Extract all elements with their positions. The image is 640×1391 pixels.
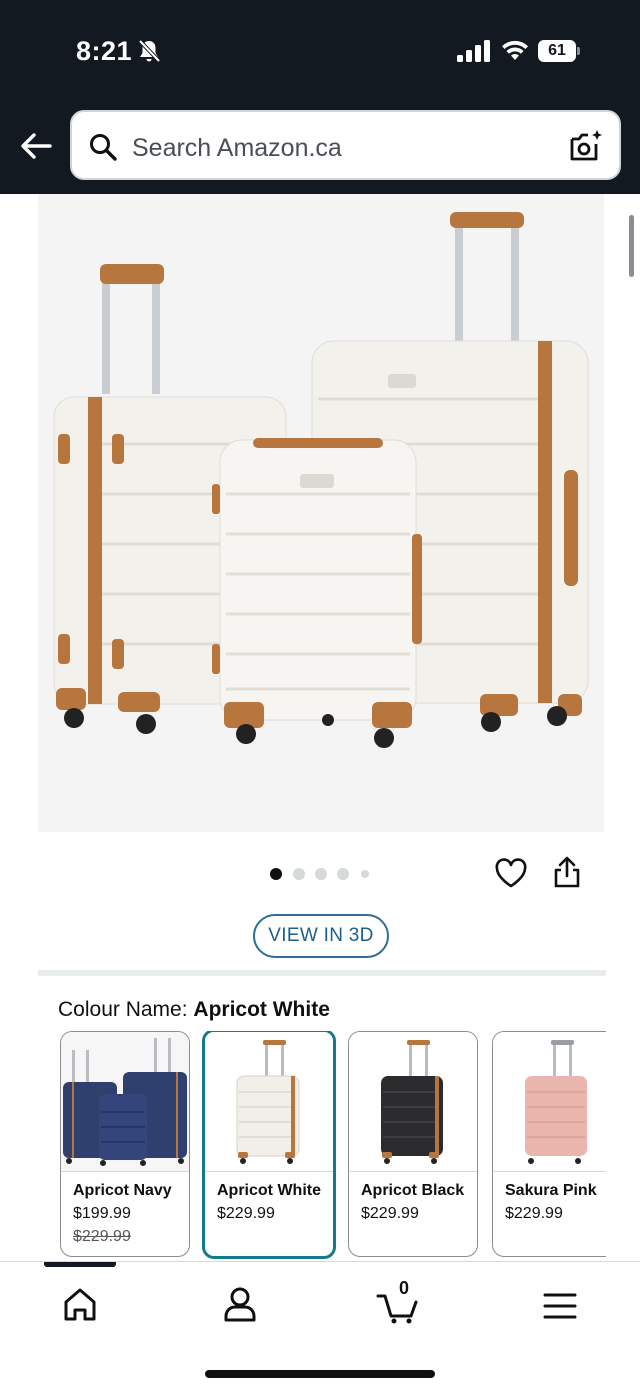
colour-label-text: Colour Name: bbox=[58, 998, 188, 1021]
swatch-name: Apricot White bbox=[217, 1182, 321, 1199]
search-icon bbox=[90, 134, 117, 161]
battery-level: 61 bbox=[538, 40, 576, 62]
swatch-apricot-white[interactable]: Apricot White $229.99 bbox=[202, 1031, 336, 1259]
signal-icon bbox=[457, 40, 490, 62]
app-header: 8:21 61 Search Amazon.ca bbox=[0, 0, 640, 194]
account-icon[interactable] bbox=[210, 1280, 270, 1330]
status-time: 8:21 bbox=[76, 36, 133, 66]
swatch-price: $229.99 bbox=[361, 1205, 419, 1222]
swatch-apricot-navy[interactable]: Apricot Navy $199.99 $229.99 bbox=[60, 1031, 190, 1257]
section-divider bbox=[38, 970, 606, 976]
carousel-dot[interactable] bbox=[361, 870, 369, 878]
carousel-dot[interactable] bbox=[337, 868, 349, 880]
swatch-price: $229.99 bbox=[217, 1205, 275, 1222]
swatch-name: Apricot Black bbox=[361, 1182, 465, 1199]
swatch-name: Sakura Pink bbox=[505, 1182, 597, 1199]
view-in-3d-button[interactable]: VIEW IN 3D bbox=[253, 914, 389, 958]
scrollbar[interactable] bbox=[629, 215, 634, 277]
nav-active-indicator bbox=[44, 1262, 116, 1267]
search-placeholder: Search Amazon.ca bbox=[132, 134, 342, 162]
swatch-image bbox=[205, 1032, 333, 1172]
carousel-dot[interactable] bbox=[293, 868, 305, 880]
bell-muted-icon bbox=[138, 39, 161, 63]
carousel-dot[interactable] bbox=[270, 868, 282, 880]
colour-name-label: Colour Name: Apricot White bbox=[58, 998, 330, 1022]
cart-button[interactable]: 0 bbox=[372, 1278, 432, 1330]
colour-selected-value: Apricot White bbox=[193, 998, 330, 1021]
wifi-icon bbox=[502, 40, 528, 60]
swatch-image bbox=[493, 1032, 606, 1172]
swatch-name: Apricot Navy bbox=[73, 1182, 172, 1199]
swatch-price: $229.99 bbox=[505, 1205, 563, 1222]
share-icon[interactable] bbox=[552, 855, 582, 889]
swatch-apricot-black[interactable]: Apricot Black $229.99 bbox=[348, 1031, 478, 1257]
search-input[interactable]: Search Amazon.ca bbox=[70, 110, 621, 180]
product-image[interactable] bbox=[38, 194, 604, 832]
swatch-image bbox=[349, 1032, 477, 1172]
carry-on-suitcase bbox=[212, 438, 422, 748]
carousel-dot[interactable] bbox=[315, 868, 327, 880]
cart-count: 0 bbox=[399, 1278, 410, 1298]
menu-icon[interactable] bbox=[530, 1280, 590, 1330]
colour-swatch-list[interactable]: Apricot Navy $199.99 $229.99 Apricot Whi… bbox=[60, 1031, 606, 1261]
swatch-sakura-pink[interactable]: Sakura Pink $229.99 bbox=[492, 1031, 606, 1257]
swatch-price: $199.99 bbox=[73, 1205, 131, 1222]
swatch-list-price: $229.99 bbox=[73, 1228, 131, 1245]
bottom-nav: 0 bbox=[0, 1261, 640, 1391]
back-arrow-icon[interactable] bbox=[16, 128, 56, 164]
swatch-image bbox=[61, 1032, 189, 1172]
home-indicator[interactable] bbox=[205, 1370, 435, 1378]
camera-icon[interactable] bbox=[568, 128, 604, 164]
luggage-set-illustration bbox=[53, 212, 589, 748]
home-icon[interactable] bbox=[50, 1280, 110, 1330]
battery-icon: 61 bbox=[538, 40, 580, 62]
heart-icon[interactable] bbox=[494, 858, 528, 890]
